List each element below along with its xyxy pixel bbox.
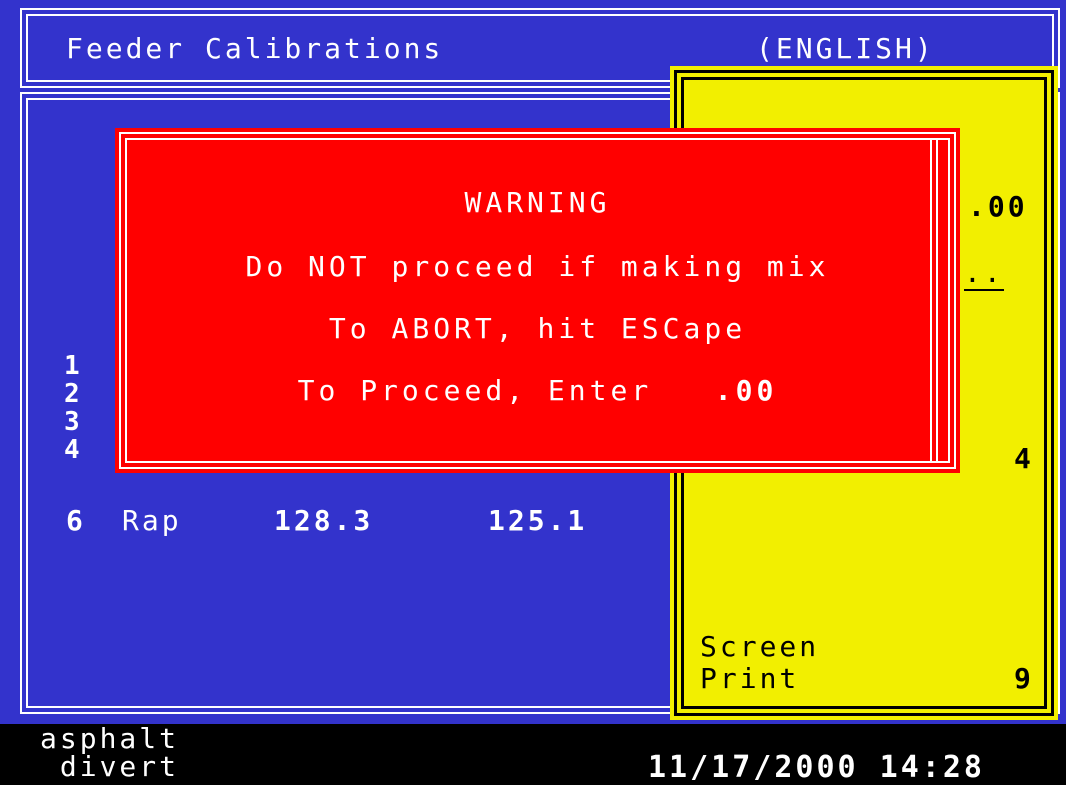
feeder-value-b: 125.1: [488, 504, 588, 537]
panel-key-4[interactable]: 4: [1014, 442, 1034, 475]
feeder-row-number: 6: [66, 504, 86, 537]
screen-print-key[interactable]: 9: [1014, 662, 1034, 695]
feeder-number: 2: [64, 379, 80, 409]
main-screen: Feeder Calibrations (ENGLISH) 1 2 3 4 6 …: [0, 0, 1066, 724]
language-label: (ENGLISH): [756, 32, 935, 65]
feeder-number: 1: [64, 351, 80, 381]
feeder-name: Rap: [122, 504, 182, 537]
warning-message-1: Do NOT proceed if making mix: [245, 250, 830, 283]
status-line-2: divert: [40, 750, 180, 783]
proceed-input[interactable]: .00: [715, 374, 778, 407]
panel-value: .00: [968, 190, 1028, 223]
warning-message-3: To Proceed, Enter .00: [115, 374, 960, 407]
screen-print-label-1[interactable]: Screen: [700, 630, 819, 663]
warning-message-2: To ABORT, hit ESCape: [328, 312, 747, 345]
feeder-value-a: 128.3: [274, 504, 374, 537]
feeder-number: 3: [64, 407, 80, 437]
proceed-prompt: To Proceed, Enter: [297, 374, 653, 407]
screen-title: Feeder Calibrations: [66, 32, 444, 65]
screen-print-label-2[interactable]: Print: [700, 662, 799, 695]
feeder-number: 4: [64, 435, 80, 465]
warning-title: WARNING: [464, 186, 611, 219]
feeder-number-list: 1 2 3 4: [64, 352, 80, 464]
status-bar: asphalt divert 11/17/2000 14:28: [0, 722, 1066, 785]
feeder-row-rap: 6: [66, 504, 86, 537]
date-time-readout: 11/17/2000 14:28: [648, 750, 985, 785]
panel-dots: ..: [964, 256, 1004, 291]
warning-dialog: WARNING Do NOT proceed if making mix To …: [115, 128, 960, 473]
